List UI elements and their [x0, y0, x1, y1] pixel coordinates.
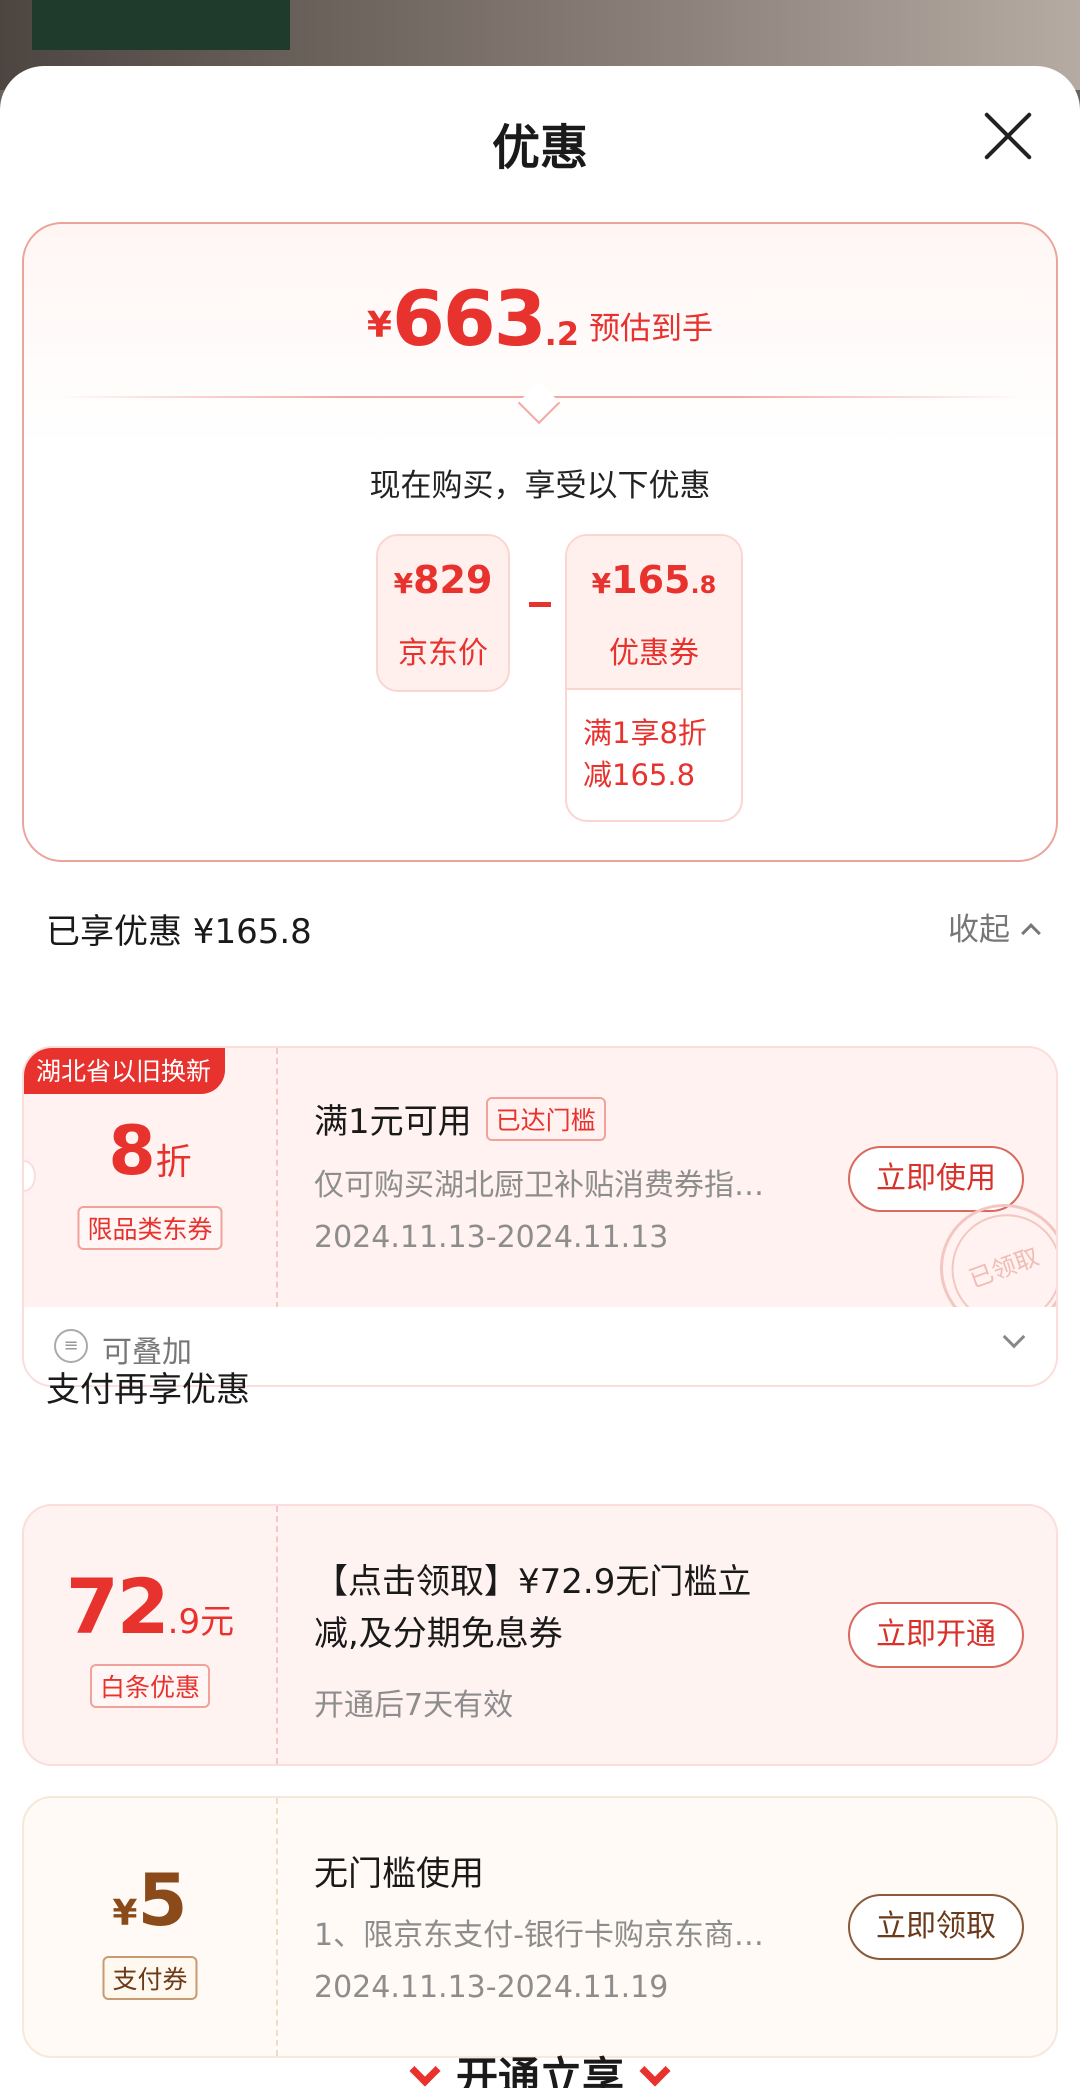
buy-now-text: 现在购买，享受以下优惠 [369, 468, 711, 504]
estimate-int: 663 [391, 274, 547, 363]
coupon-value: ¥165.8 [591, 558, 717, 602]
coupon-desc: 仅可购买湖北厨卫补贴消费券指… [314, 1168, 764, 1203]
minus-sign [529, 602, 551, 607]
baitiao-value: 72.9元 [65, 1562, 235, 1651]
coupon-label: 优惠券 [609, 636, 699, 671]
coupon-separator [276, 1798, 278, 2056]
region-tag: 湖北省以旧换新 [24, 1048, 226, 1094]
chevron-down-icon[interactable] [1002, 1325, 1026, 1349]
estimate-dec: .2 [544, 315, 580, 353]
claim-now-button[interactable]: 立即领取 [848, 1894, 1024, 1960]
coupon-desc: 1、限京东支付-银行卡购京东商… [314, 1918, 764, 1953]
activate-now-button[interactable]: 立即开通 [848, 1602, 1024, 1668]
coupon-box-top: ¥165.8 优惠券 [567, 536, 741, 690]
discount-value: 8折 [108, 1112, 192, 1191]
estimate-label: 预估到手 [589, 311, 714, 347]
coupon-card-baitiao: 72.9元 白条优惠 【点击领取】¥72.9无门槛立 减,及分期免息券 开通后7… [22, 1504, 1058, 1766]
sheet-title: 优惠 [491, 120, 588, 176]
currency-symbol: ¥ [366, 305, 392, 346]
coupon-card-region: 湖北省以旧换新 8折 限品类东券 满1元可用 已达门槛 仅可购买湖北厨卫补贴消费券… [22, 1046, 1058, 1308]
chevron-up-icon [1021, 923, 1041, 943]
coupon-title: 【点击领取】¥72.9无门槛立 减,及分期免息券 [314, 1562, 752, 1654]
chevron-down-icon [639, 2055, 671, 2087]
reached-tag: 已达门槛 [485, 1097, 606, 1141]
payment-coupon-value: ¥5 [112, 1858, 188, 1942]
coupon-type-badge: 支付券 [102, 1956, 198, 2000]
close-icon[interactable] [980, 108, 1036, 164]
jd-price-value: ¥829 [393, 558, 493, 602]
coupon-type-badge: 限品类东券 [77, 1206, 223, 1250]
divider-notch [517, 381, 561, 425]
coupon-title: 无门槛使用 [314, 1854, 484, 1894]
jd-price-box: ¥829 京东价 [376, 534, 510, 692]
coupon-desc: 开通后7天有效 [314, 1688, 514, 1723]
chevron-down-icon [409, 2055, 441, 2087]
jd-price-label: 京东价 [398, 636, 488, 671]
coupon-date: 2024.11.13-2024.11.13 [314, 1220, 669, 1255]
activate-cta[interactable]: 开通立享 [0, 2044, 1080, 2088]
pay-section-title: 支付再享优惠 [46, 1370, 250, 1410]
use-now-button[interactable]: 立即使用 [848, 1146, 1024, 1212]
stack-icon: ≡ [54, 1329, 88, 1363]
estimated-price: ¥663.2 预估到手 [24, 274, 1056, 363]
coupon-desc: 满1享8折 减165.8 [583, 716, 707, 792]
coupon-type-badge: 白条优惠 [89, 1664, 211, 1708]
coupon-box: ¥165.8 优惠券 满1享8折 减165.8 [565, 534, 743, 822]
discount-sheet: 优惠 ¥663.2 预估到手 现在购买，享受以下优惠 ¥829 京东价 ¥165.… [0, 66, 1080, 2088]
collapse-toggle[interactable]: 收起 [948, 904, 1041, 949]
price-summary-card: ¥663.2 预估到手 现在购买，享受以下优惠 ¥829 京东价 ¥165.8 优… [22, 222, 1058, 862]
coupon-card-payment: ¥5 支付券 无门槛使用 1、限京东支付-银行卡购京东商… 2024.11.13… [22, 1796, 1058, 2058]
coupon-separator [276, 1048, 278, 1308]
background-logo [32, 0, 290, 50]
coupon-separator [276, 1506, 278, 1764]
enjoyed-discount-label: 已享优惠 ¥165.8 [46, 912, 312, 952]
coupon-date: 2024.11.13-2024.11.19 [314, 1970, 669, 2005]
coupon-title: 满1元可用 已达门槛 [314, 1094, 606, 1143]
